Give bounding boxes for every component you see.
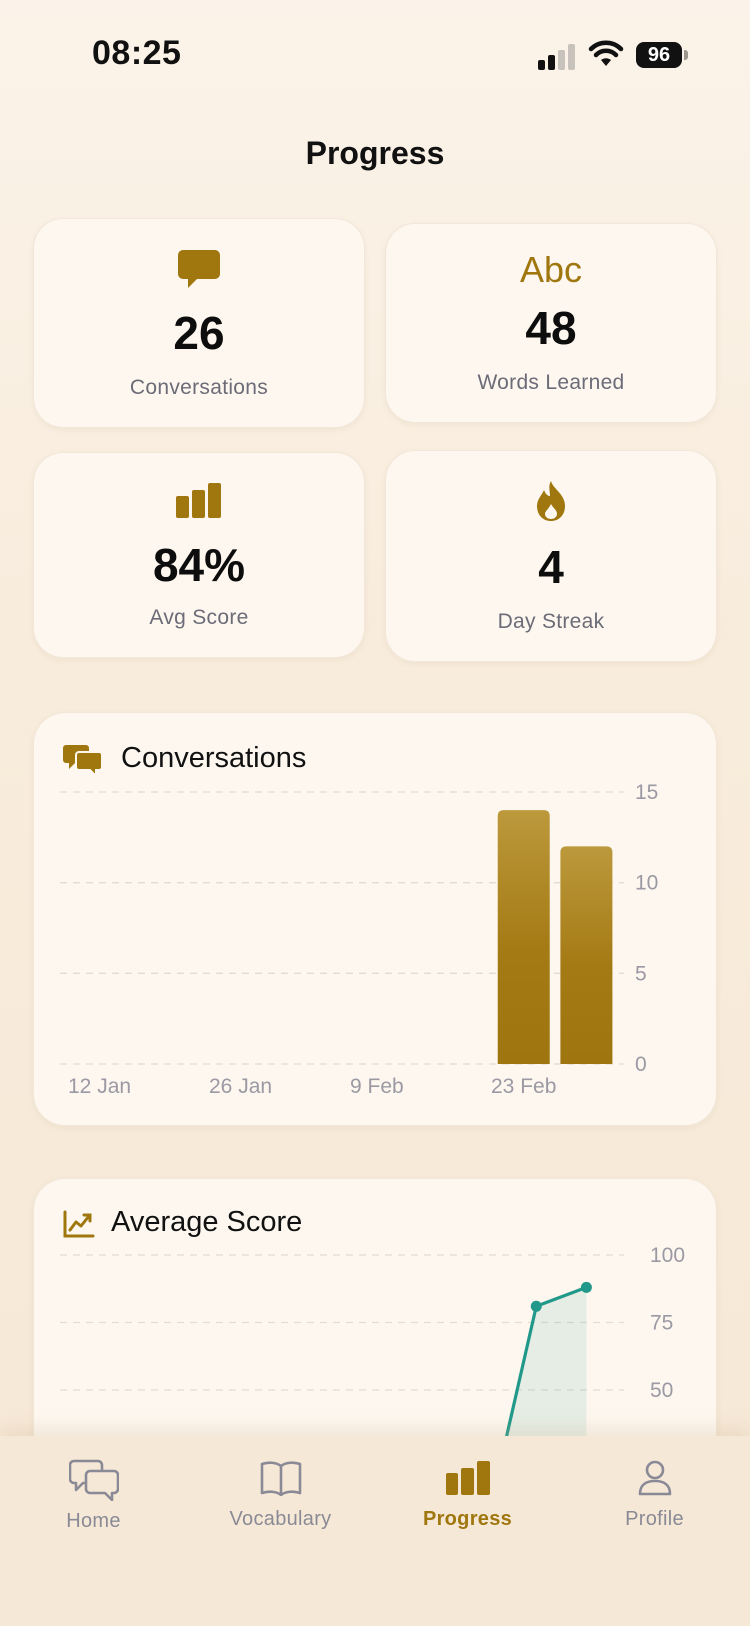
stat-label: Words Learned	[477, 371, 625, 394]
tab-label: Home	[66, 1510, 121, 1532]
tab-vocabulary[interactable]: Vocabulary	[187, 1454, 374, 1531]
clock-time: 08:25	[92, 34, 182, 72]
y-tick-label: 50	[650, 1379, 673, 1402]
cellular-signal-icon	[538, 42, 580, 70]
stat-value: 26	[173, 307, 225, 359]
status-bar: 08:25 96	[0, 0, 750, 110]
score-point	[530, 1300, 542, 1312]
stat-card-words-learned: Abc 48 Words Learned	[385, 223, 717, 423]
conversations-chart-card: Conversations 0 5 10 15 12 Jan 26 Jan 9 Feb 23 …	[33, 712, 717, 1126]
stat-label: Conversations	[129, 376, 269, 399]
wifi-icon	[588, 40, 624, 66]
stat-value: 4	[538, 541, 564, 593]
tab-label: Profile	[625, 1508, 684, 1530]
score-point	[580, 1281, 592, 1293]
chat-bubbles-icon	[0, 1456, 187, 1504]
y-tick-label: 5	[635, 962, 647, 985]
stat-value: 48	[525, 302, 577, 354]
tab-label: Vocabulary	[229, 1508, 332, 1530]
chat-bubble-icon	[33, 248, 365, 290]
x-tick-label: 12 Jan	[68, 1075, 131, 1098]
stat-card-day-streak: 4 Day Streak	[385, 450, 717, 662]
tab-progress[interactable]: Progress	[374, 1454, 561, 1531]
y-tick-label: 75	[650, 1312, 673, 1335]
x-tick-label: 23 Feb	[491, 1075, 556, 1098]
battery-indicator: 96	[636, 42, 682, 68]
stat-value: 84%	[152, 539, 246, 591]
stat-label: Day Streak	[497, 610, 605, 633]
book-icon	[187, 1454, 374, 1502]
battery-tip	[684, 50, 688, 60]
bar	[560, 846, 613, 1064]
tab-home[interactable]: Home	[0, 1456, 187, 1533]
y-tick-label: 15	[635, 781, 658, 804]
tab-label: Progress	[422, 1508, 513, 1530]
bar	[497, 810, 550, 1064]
y-tick-label: 0	[635, 1053, 647, 1076]
page-title: Progress	[305, 135, 445, 171]
stat-card-conversations: 26 Conversations	[33, 218, 365, 428]
tab-profile[interactable]: Profile	[561, 1454, 748, 1531]
x-tick-label: 9 Feb	[350, 1075, 404, 1098]
average-score-line-chart: 50 75 100	[60, 1244, 685, 1478]
stat-label: Avg Score	[149, 606, 249, 629]
y-tick-label: 100	[650, 1244, 685, 1267]
average-score-chart-card: Average Score 50 75 100	[33, 1178, 717, 1478]
abc-text-icon: Abc	[519, 249, 583, 290]
y-tick-label: 10	[635, 872, 658, 895]
conversations-bar-chart: 0 5 10 15 12 Jan 26 Jan 9 Feb 23 Feb	[60, 781, 658, 1098]
x-tick-label: 26 Jan	[209, 1075, 272, 1098]
flame-icon	[385, 480, 717, 522]
bar-chart-icon	[374, 1454, 561, 1502]
bar-chart-icon	[33, 482, 365, 518]
stat-card-avg-score: 84% Avg Score	[33, 452, 365, 658]
tab-bar: Home Vocabulary Progress Profile	[0, 1436, 750, 1626]
person-icon	[561, 1454, 748, 1502]
